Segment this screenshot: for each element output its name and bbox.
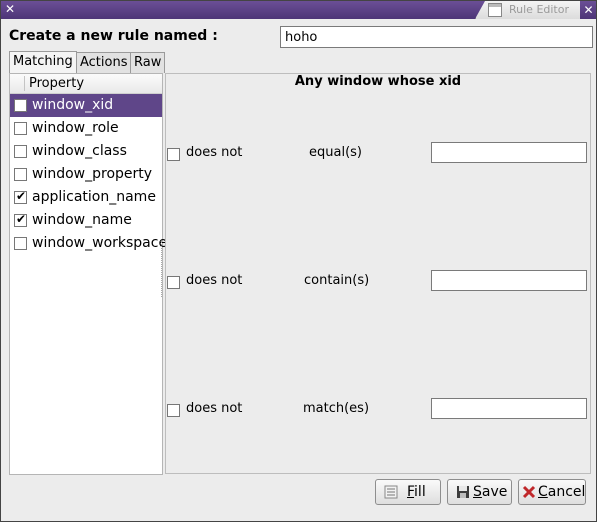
condition-value-input[interactable] bbox=[431, 270, 587, 291]
cancel-mnemonic: C bbox=[538, 484, 548, 500]
rule-name-input[interactable] bbox=[280, 26, 593, 48]
title-bar[interactable]: ✕ Rule Editor ✕ bbox=[1, 1, 596, 19]
tab-raw[interactable]: Raw bbox=[130, 52, 166, 73]
column-separator bbox=[24, 76, 25, 91]
save-button[interactable]: Save bbox=[447, 479, 512, 505]
property-checkbox[interactable]: ✔ bbox=[14, 212, 27, 227]
fill-icon bbox=[384, 485, 398, 499]
property-label: window_workspace bbox=[32, 235, 168, 251]
negate-label: does not bbox=[186, 145, 243, 160]
fill-mnemonic: F bbox=[407, 484, 415, 500]
checkmark-icon: ✔ bbox=[15, 212, 27, 226]
property-checkbox[interactable] bbox=[14, 122, 27, 135]
property-label: application_name bbox=[32, 189, 156, 205]
operator-label: contain(s) bbox=[304, 273, 370, 288]
cancel-button[interactable]: Cancel bbox=[518, 479, 586, 505]
property-label: window_class bbox=[32, 143, 127, 159]
cancel-x-icon bbox=[522, 485, 536, 499]
condition-value-input[interactable] bbox=[431, 398, 587, 419]
property-checkbox[interactable] bbox=[14, 237, 27, 250]
fill-button[interactable]: Fill bbox=[375, 479, 441, 505]
negate-label: does not bbox=[186, 401, 243, 416]
property-row[interactable]: window_role bbox=[10, 117, 162, 140]
property-label: window_role bbox=[32, 120, 119, 136]
property-row[interactable]: ✔ application_name bbox=[10, 186, 162, 209]
property-checkbox[interactable]: ✔ bbox=[14, 189, 27, 204]
property-row[interactable]: ✔ window_name bbox=[10, 209, 162, 232]
negate-checkbox[interactable] bbox=[167, 276, 180, 289]
tab-actions[interactable]: Actions bbox=[76, 52, 132, 73]
property-header-label: Property bbox=[29, 76, 85, 91]
property-checkbox[interactable] bbox=[14, 168, 27, 181]
operator-label: equal(s) bbox=[309, 145, 362, 160]
rule-editor-window: ✕ Rule Editor ✕ Create a new rule named … bbox=[0, 0, 597, 522]
close-icon[interactable]: ✕ bbox=[581, 2, 596, 18]
property-list[interactable]: Property window_xid window_role window_cla… bbox=[9, 73, 167, 475]
condition-value-input[interactable] bbox=[431, 142, 587, 163]
property-checkbox[interactable] bbox=[14, 99, 27, 112]
cancel-label-rest: ancel bbox=[547, 484, 586, 500]
checkmark-icon: ✔ bbox=[15, 189, 27, 203]
operator-label: match(es) bbox=[303, 401, 370, 416]
window-menu-icon[interactable]: ✕ bbox=[3, 2, 17, 16]
negate-checkbox[interactable] bbox=[167, 148, 180, 161]
matcher-title: Any window whose xid bbox=[294, 74, 462, 89]
property-label: window_xid bbox=[32, 97, 114, 113]
property-row[interactable]: window_class bbox=[10, 140, 162, 163]
window-title: Rule Editor bbox=[509, 3, 569, 16]
property-row[interactable]: window_xid bbox=[10, 94, 162, 117]
property-column-header[interactable]: Property bbox=[10, 74, 162, 94]
window-icon bbox=[488, 3, 502, 17]
property-checkbox[interactable] bbox=[14, 145, 27, 158]
property-label: window_property bbox=[32, 166, 153, 182]
property-row[interactable]: window_workspace bbox=[10, 232, 167, 255]
title-tab[interactable]: Rule Editor bbox=[475, 1, 580, 19]
fill-label-rest: ill bbox=[414, 484, 426, 500]
property-row[interactable]: window_property bbox=[10, 163, 162, 186]
rule-name-label: Create a new rule named : bbox=[9, 28, 218, 44]
save-label-rest: ave bbox=[481, 484, 508, 500]
save-disk-icon bbox=[456, 485, 470, 499]
tab-matching[interactable]: Matching bbox=[9, 51, 77, 73]
negate-checkbox[interactable] bbox=[167, 404, 180, 417]
save-mnemonic: S bbox=[473, 484, 482, 500]
property-label: window_name bbox=[32, 212, 132, 228]
negate-label: does not bbox=[186, 273, 243, 288]
